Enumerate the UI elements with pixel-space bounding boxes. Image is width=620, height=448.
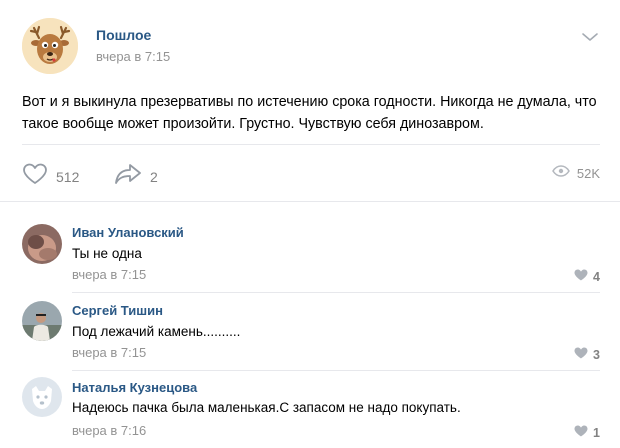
comment-text: Надеюсь пачка была маленькая.С запасом н…: [72, 400, 461, 415]
heart-icon: [574, 424, 588, 442]
comment-author[interactable]: Иван Улановский: [72, 225, 184, 240]
comment-author[interactable]: Наталья Кузнецова: [72, 380, 197, 395]
comment-like-button[interactable]: 3: [574, 346, 600, 364]
share-count: 2: [150, 168, 158, 185]
heart-icon: [574, 268, 588, 286]
comment-timestamp[interactable]: вчера в 7:15: [72, 267, 146, 282]
share-arrow-icon: [114, 163, 142, 190]
comment-timestamp[interactable]: вчера в 7:15: [72, 345, 146, 360]
comment-like-count: 1: [593, 426, 600, 440]
comment-timestamp[interactable]: вчера в 7:16: [72, 423, 146, 438]
comment-like-button[interactable]: 1: [574, 424, 600, 442]
divider: [72, 370, 600, 371]
community-avatar[interactable]: [22, 18, 78, 74]
divider: [0, 201, 620, 202]
divider: [22, 144, 600, 145]
like-button[interactable]: 512: [22, 163, 79, 190]
avatar[interactable]: [22, 377, 62, 417]
like-count: 512: [56, 168, 80, 185]
deer-avatar-image: [22, 18, 78, 74]
post-timestamp[interactable]: вчера в 7:15: [96, 49, 170, 64]
heart-icon: [574, 346, 588, 364]
avatar[interactable]: [22, 301, 62, 341]
heart-icon: [22, 163, 48, 190]
views-count: 52K: [576, 165, 600, 181]
eye-icon: [551, 164, 570, 182]
avatar[interactable]: [22, 224, 62, 264]
comment-like-button[interactable]: 4: [574, 268, 600, 286]
wall-post: Пошлое вчера в 7:15 Вот и я выкинула пре…: [0, 0, 620, 448]
divider: [72, 292, 600, 293]
comment-like-count: 4: [593, 270, 600, 284]
comment-author[interactable]: Сергей Тишин: [72, 303, 163, 318]
views-counter: 52K: [551, 164, 600, 182]
comment-text: Под лежачий камень..........: [72, 324, 241, 339]
community-name[interactable]: Пошлое: [96, 27, 151, 43]
comment-text: Ты не одна: [72, 246, 142, 261]
comment-like-count: 3: [593, 348, 600, 362]
post-text: Вот и я выкинула презервативы по истечен…: [22, 94, 597, 132]
share-button[interactable]: 2: [114, 163, 158, 190]
chevron-down-icon[interactable]: [580, 30, 600, 44]
